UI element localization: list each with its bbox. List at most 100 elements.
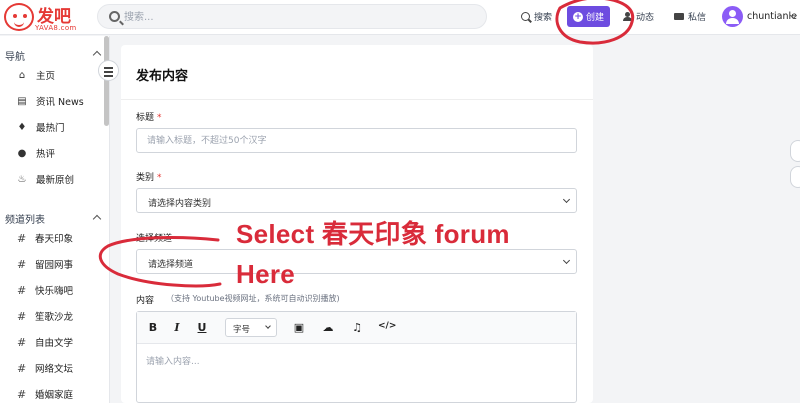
channel-label: 留园网事 bbox=[35, 260, 74, 271]
title-label: 标题 * bbox=[136, 110, 162, 123]
image-icon[interactable]: ▣ bbox=[292, 321, 306, 334]
fire-icon: ♦ bbox=[17, 121, 27, 133]
content-editor[interactable]: B I U 字号 ▣ ☁ ♫ </> 请输入内容... bbox=[136, 311, 577, 403]
search-input[interactable] bbox=[124, 9, 474, 25]
required-mark: * bbox=[157, 113, 162, 123]
sidebar-toggle-button[interactable] bbox=[98, 60, 119, 81]
search-bar[interactable] bbox=[97, 4, 487, 29]
hash-icon: # bbox=[17, 388, 27, 401]
create-button[interactable]: + 创建 bbox=[567, 6, 610, 27]
music-icon[interactable]: ♫ bbox=[350, 321, 364, 334]
sidebar-channel-spring[interactable]: # 春天印象 bbox=[17, 231, 73, 245]
category-select-value: 请选择内容类别 bbox=[148, 199, 212, 209]
sidebar-channel-literature[interactable]: # 自由文学 bbox=[17, 335, 73, 349]
chevron-down-icon bbox=[265, 323, 271, 329]
channel-label: 自由文学 bbox=[35, 338, 74, 349]
editor-placeholder: 请输入内容... bbox=[146, 357, 200, 367]
sidebar-channel-happy[interactable]: # 快乐嗨吧 bbox=[17, 283, 73, 297]
code-icon[interactable]: </> bbox=[378, 321, 396, 331]
bold-icon[interactable]: B bbox=[146, 321, 160, 334]
hash-icon: # bbox=[17, 284, 27, 297]
news-icon: ▤ bbox=[17, 95, 27, 107]
channel-label: 选择频道 bbox=[136, 234, 173, 244]
sidebar-item-label: 资讯 News bbox=[36, 97, 84, 108]
plus-circle-icon: + bbox=[572, 11, 583, 22]
font-size-select[interactable]: 字号 bbox=[225, 318, 277, 337]
user-icon bbox=[623, 12, 632, 21]
messages-link[interactable]: 私信 bbox=[674, 10, 706, 23]
nav-section-title: 导航 bbox=[5, 52, 25, 63]
flame-icon: ♨ bbox=[17, 173, 27, 185]
create-label: 创建 bbox=[585, 13, 604, 23]
sidebar-item-label: 主页 bbox=[36, 71, 56, 82]
hash-icon: # bbox=[17, 232, 27, 245]
category-label-text: 类别 bbox=[136, 173, 155, 183]
italic-icon[interactable]: I bbox=[170, 321, 184, 334]
sidebar-item-news[interactable]: ▤ 资讯 News bbox=[16, 94, 84, 109]
comment-icon: ● bbox=[17, 147, 27, 159]
chevron-up-icon[interactable] bbox=[92, 214, 102, 224]
hash-icon: # bbox=[17, 310, 27, 323]
header-search-label: 搜索 bbox=[534, 13, 553, 23]
activity-label: 动态 bbox=[636, 13, 655, 23]
right-panel bbox=[593, 36, 800, 403]
home-icon: ⌂ bbox=[18, 69, 26, 81]
annotation-text-line1: Select 春天印象 forum bbox=[236, 219, 510, 249]
content-hint: （支持 Youtube视频网址，系统可自动识别播放) bbox=[166, 294, 340, 303]
sidebar-channel-web-lit[interactable]: # 网络文坛 bbox=[17, 361, 73, 375]
chevron-left-icon[interactable] bbox=[790, 140, 800, 162]
messages-label: 私信 bbox=[688, 13, 707, 23]
channel-select-value: 请选择频道 bbox=[148, 260, 194, 270]
menu-icon bbox=[104, 67, 113, 69]
chevron-down-icon bbox=[562, 195, 571, 204]
activity-link[interactable]: 动态 bbox=[623, 10, 654, 23]
sidebar-item-home[interactable]: ⌂ 主页 bbox=[16, 68, 56, 83]
page-title: 发布内容 bbox=[136, 69, 189, 84]
sidebar: 导航 ⌂ 主页 ▤ 资讯 News ♦ 最热门 ● 热评 ♨ 最新原创 频道列表… bbox=[0, 36, 110, 403]
sidebar-item-hot-comments[interactable]: ● 热评 bbox=[16, 146, 56, 161]
underline-icon[interactable]: U bbox=[195, 321, 209, 334]
channel-label: 笙歌沙龙 bbox=[35, 312, 74, 323]
channels-section-title: 频道列表 bbox=[5, 215, 45, 226]
avatar[interactable] bbox=[722, 6, 743, 27]
category-label: 类别 * bbox=[136, 170, 162, 183]
search-icon bbox=[109, 11, 120, 22]
sidebar-channel-family[interactable]: # 婚姻家庭 bbox=[17, 387, 73, 401]
channel-label: 网络文坛 bbox=[35, 364, 74, 375]
sidebar-channel-salon[interactable]: # 笙歌沙龙 bbox=[17, 309, 73, 323]
annotation-text-line2: Here bbox=[236, 259, 296, 289]
font-size-label: 字号 bbox=[233, 325, 251, 335]
divider bbox=[121, 99, 593, 100]
title-label-text: 标题 bbox=[136, 113, 155, 123]
sidebar-channel-liuyuan[interactable]: # 留园网事 bbox=[17, 257, 73, 271]
channel-select[interactable]: 请选择频道 bbox=[136, 249, 577, 274]
sidebar-item-label: 最热门 bbox=[36, 123, 65, 134]
logo-subtext: YAVA8.com bbox=[35, 24, 77, 32]
channel-label: 春天印象 bbox=[35, 234, 74, 245]
sidebar-item-latest-original[interactable]: ♨ 最新原创 bbox=[16, 172, 75, 187]
header-search-button[interactable]: 搜索 bbox=[521, 10, 552, 23]
content-label: 内容 bbox=[136, 296, 155, 306]
sidebar-item-label: 热评 bbox=[36, 149, 56, 160]
mail-icon bbox=[674, 13, 684, 20]
search-icon bbox=[521, 12, 530, 21]
chevron-up-icon[interactable] bbox=[92, 50, 102, 60]
channel-label: 快乐嗨吧 bbox=[35, 286, 74, 297]
logo-face-icon bbox=[4, 3, 34, 31]
chevron-right-icon[interactable] bbox=[790, 166, 800, 188]
username[interactable]: chuntianle bbox=[747, 11, 797, 22]
sidebar-scrollbar[interactable] bbox=[104, 36, 109, 126]
hash-icon: # bbox=[17, 336, 27, 349]
upload-cloud-icon[interactable]: ☁ bbox=[321, 321, 335, 334]
menu-icon bbox=[104, 71, 113, 73]
top-header: 发吧 YAVA8.com 搜索 + 创建 动态 私信 chuntianle bbox=[0, 0, 800, 35]
hash-icon: # bbox=[17, 362, 27, 375]
required-mark: * bbox=[157, 173, 162, 183]
category-select[interactable]: 请选择内容类别 bbox=[136, 188, 577, 213]
site-logo[interactable]: 发吧 YAVA8.com bbox=[4, 3, 76, 33]
editor-toolbar: B I U 字号 ▣ ☁ ♫ </> bbox=[137, 312, 576, 344]
title-input[interactable] bbox=[136, 128, 577, 153]
sidebar-item-hottest[interactable]: ♦ 最热门 bbox=[16, 120, 65, 135]
sidebar-item-label: 最新原创 bbox=[36, 175, 75, 186]
hash-icon: # bbox=[17, 258, 27, 271]
